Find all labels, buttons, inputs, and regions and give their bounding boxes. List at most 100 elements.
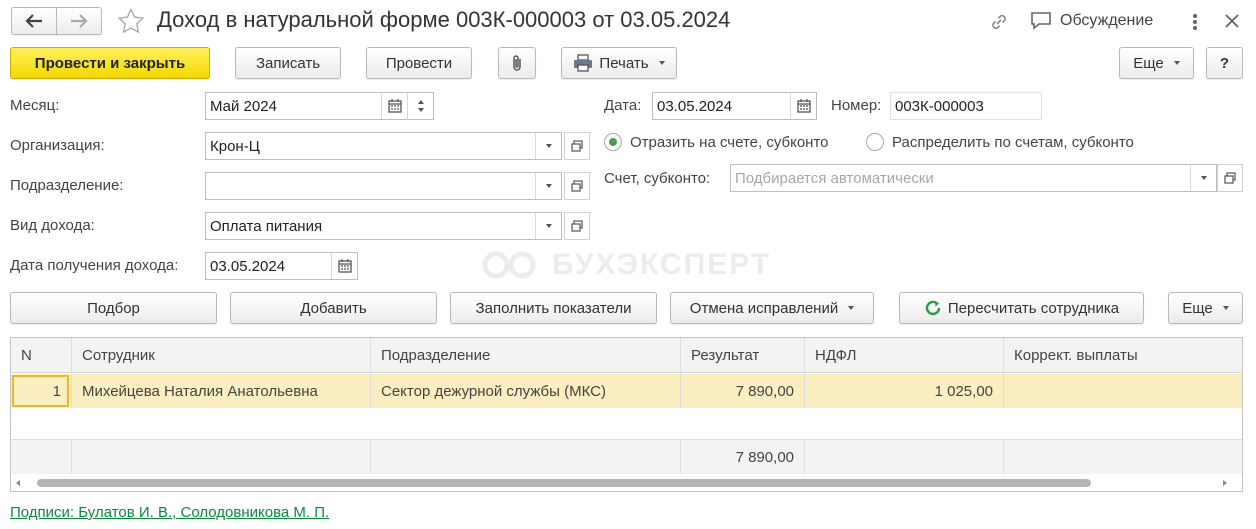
result-cell[interactable]: 7 890,00 [681, 374, 805, 408]
employees-table: N Сотрудник Подразделение Результат НДФЛ… [10, 337, 1243, 492]
number-value: 003К-000003 [895, 97, 984, 115]
open-department-button[interactable] [564, 172, 590, 200]
dropdown-icon[interactable] [535, 133, 561, 159]
chevron-down-icon [1173, 61, 1180, 65]
paperclip-icon [513, 55, 521, 71]
dropdown-icon[interactable] [535, 173, 561, 199]
chat-icon [1031, 12, 1051, 30]
column-header[interactable]: Результат [681, 338, 805, 372]
date-label: Дата: [604, 97, 642, 114]
print-button[interactable]: Печать [561, 47, 677, 79]
row-number: 1 [12, 375, 69, 407]
account-label: Счет, субконто: [604, 170, 711, 187]
account-field[interactable]: Подбирается автоматически [730, 164, 1217, 192]
more-vertical-icon[interactable] [1192, 13, 1198, 35]
number-field[interactable]: 003К-000003 [890, 92, 1042, 120]
date-value: 03.05.2024 [657, 97, 733, 115]
calendar-icon[interactable] [790, 93, 816, 119]
chevron-down-icon [1222, 306, 1229, 310]
income-type-label: Вид дохода: [10, 217, 95, 234]
recalculate-employee-button[interactable]: Пересчитать сотрудника [899, 292, 1144, 324]
income-date-field[interactable]: 03.05.2024 [205, 252, 358, 280]
attach-button[interactable] [498, 47, 536, 79]
month-stepper[interactable] [407, 93, 433, 119]
department-label: Подразделение: [10, 177, 124, 194]
scroll-right-icon[interactable] [1223, 480, 1227, 486]
arrow-left-icon [25, 14, 42, 28]
scroll-left-icon[interactable] [16, 480, 20, 486]
column-header[interactable]: Сотрудник [72, 338, 371, 372]
radio-dot [866, 133, 884, 151]
open-account-button[interactable] [1217, 164, 1243, 192]
post-and-close-button[interactable]: Провести и закрыть [10, 47, 210, 79]
open-window-icon [1224, 172, 1236, 184]
department-field[interactable] [205, 172, 562, 200]
empty-row [11, 408, 1242, 439]
link-icon[interactable] [988, 11, 1010, 37]
more-button[interactable]: Еще [1119, 47, 1194, 79]
organization-field[interactable]: Крон-Ц [205, 132, 562, 160]
calendar-icon[interactable] [331, 253, 357, 279]
discussion-button[interactable]: Обсуждение [1030, 11, 1153, 31]
organization-value: Крон-Ц [210, 137, 260, 155]
department-cell[interactable]: Сектор дежурной службы (МКС) [371, 374, 681, 408]
month-value: Май 2024 [210, 97, 277, 115]
total-cell [1004, 440, 1242, 474]
print-label: Печать [599, 54, 649, 72]
more-label: Еще [1133, 54, 1164, 72]
column-header[interactable]: НДФЛ [805, 338, 1004, 372]
watermark-text: БУХЭКСПЕРТ [552, 248, 772, 281]
discussion-label: Обсуждение [1060, 12, 1154, 29]
radio-account[interactable]: Отразить на счете, субконто [604, 133, 829, 151]
month-field[interactable]: Май 2024 [205, 92, 434, 120]
income-date-label: Дата получения дохода: [10, 257, 179, 274]
pick-button[interactable]: Подбор [10, 292, 217, 324]
chevron-down-icon [848, 306, 855, 310]
column-header[interactable]: Подразделение [371, 338, 681, 372]
arrow-right-icon [71, 14, 88, 28]
logo-icon [482, 251, 536, 279]
total-cell [805, 440, 1004, 474]
total-cell [371, 440, 681, 474]
column-header[interactable]: N [11, 338, 72, 372]
number-label: Номер: [831, 97, 882, 114]
column-header[interactable]: Коррект. выплаты [1004, 338, 1242, 372]
close-icon[interactable] [1224, 13, 1240, 33]
cancel-corrections-button[interactable]: Отмена исправлений [670, 292, 874, 324]
open-organization-button[interactable] [564, 132, 590, 160]
add-button[interactable]: Добавить [230, 292, 437, 324]
scroll-thumb[interactable] [37, 479, 1091, 487]
radio-distribute-label: Распределить по счетам, субконто [892, 133, 1134, 151]
radio-account-label: Отразить на счете, субконто [630, 133, 829, 151]
save-button[interactable]: Записать [235, 47, 341, 79]
open-window-icon [571, 220, 583, 232]
calendar-icon[interactable] [381, 93, 407, 119]
favorite-star-icon[interactable] [117, 7, 145, 38]
dropdown-icon[interactable] [1190, 165, 1216, 191]
ndfl-cell[interactable]: 1 025,00 [805, 374, 1004, 408]
organization-label: Организация: [10, 137, 105, 154]
income-type-field[interactable]: Оплата питания [205, 212, 562, 240]
table-more-button[interactable]: Еще [1168, 292, 1243, 324]
date-field[interactable]: 03.05.2024 [652, 92, 817, 120]
table-row[interactable]: 1 Михейцева Наталия Анатольевна Сектор д… [11, 374, 1242, 408]
open-income-type-button[interactable] [564, 212, 590, 240]
open-window-icon [571, 180, 583, 192]
post-button[interactable]: Провести [366, 47, 472, 79]
dropdown-icon[interactable] [535, 213, 561, 239]
window-title: Доход в натуральной форме 003К-000003 от… [157, 7, 731, 32]
refresh-icon [925, 300, 941, 316]
radio-dot [604, 133, 622, 151]
table-header: N Сотрудник Подразделение Результат НДФЛ… [11, 338, 1242, 373]
correction-cell[interactable] [1004, 374, 1242, 408]
fill-indicators-button[interactable]: Заполнить показатели [450, 292, 657, 324]
employee-cell[interactable]: Михейцева Наталия Анатольевна [72, 374, 371, 408]
back-button[interactable] [11, 7, 57, 35]
forward-button[interactable] [56, 7, 102, 35]
radio-distribute[interactable]: Распределить по счетам, субконто [866, 133, 1134, 151]
horizontal-scrollbar[interactable] [11, 475, 1242, 491]
row-number-cell[interactable]: 1 [11, 374, 72, 408]
total-cell [72, 440, 371, 474]
signatures-link[interactable]: Подписи: Булатов И. В., Солодовникова М.… [10, 504, 329, 521]
help-button[interactable]: ? [1206, 47, 1243, 79]
